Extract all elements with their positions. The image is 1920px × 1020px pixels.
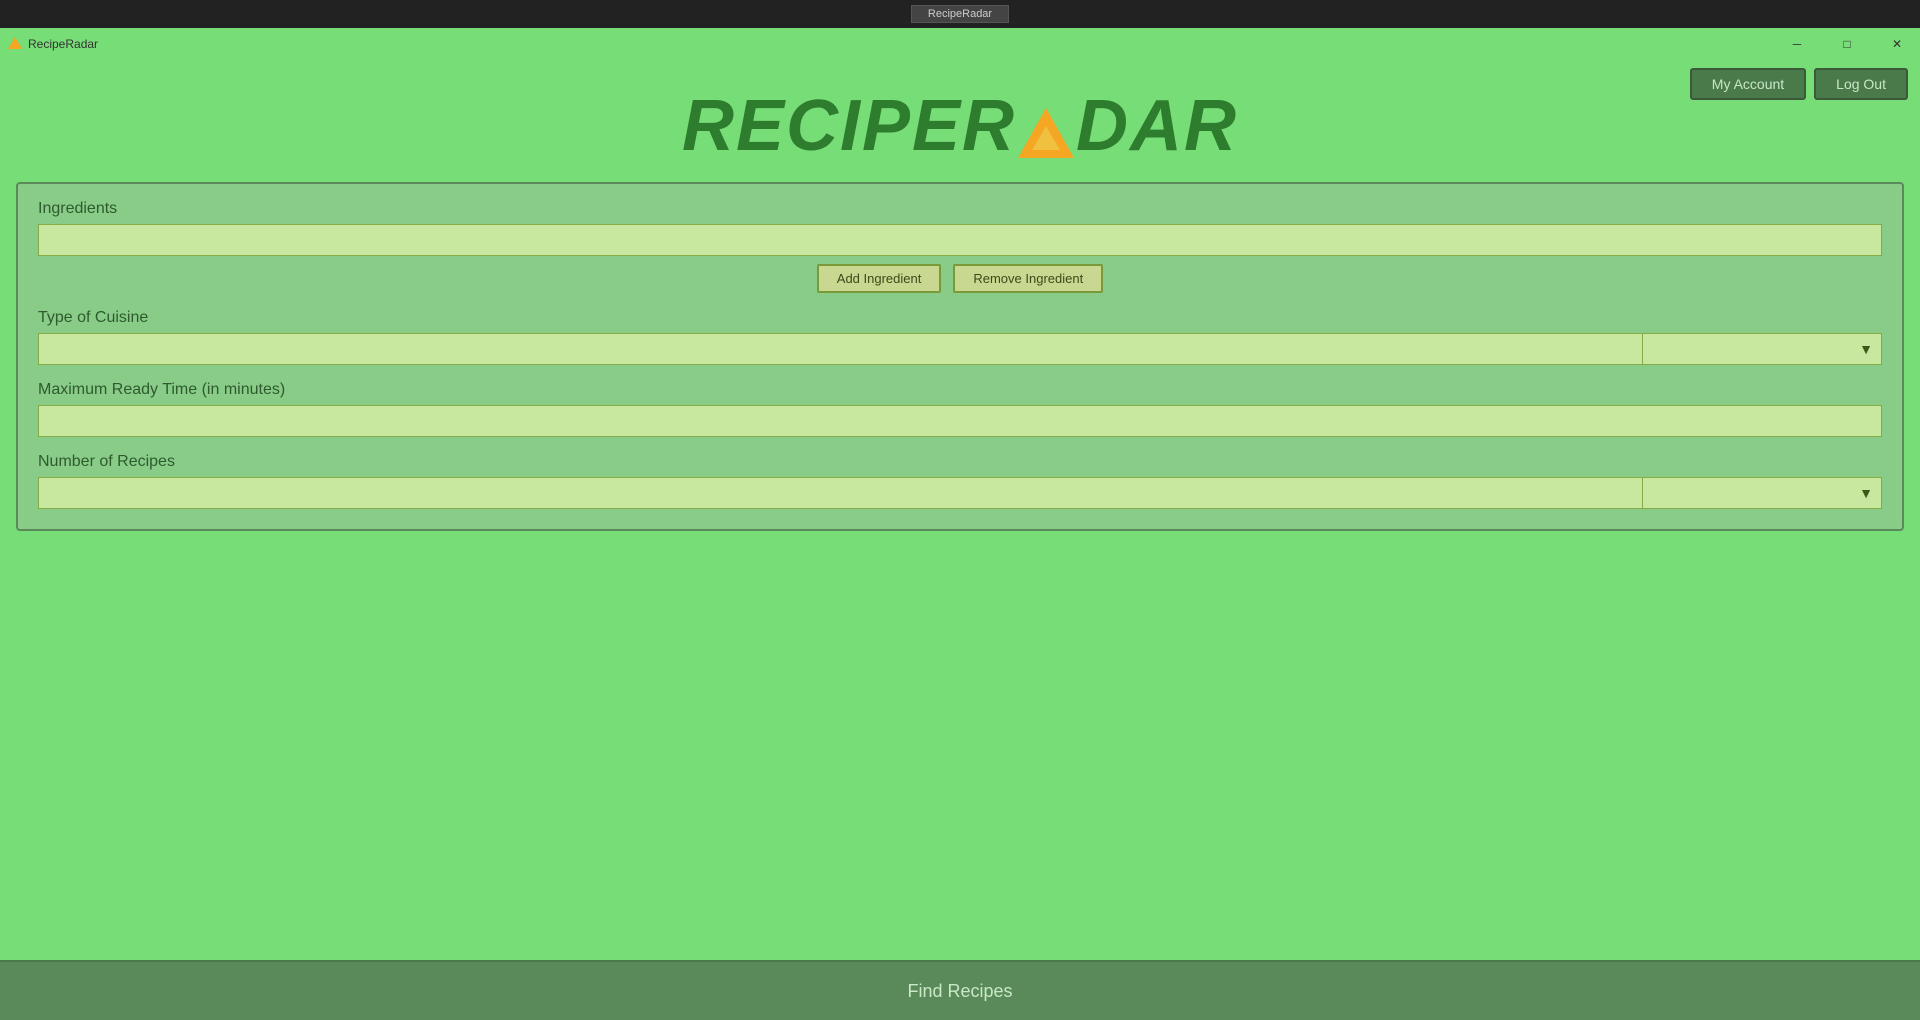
ingredients-section: Ingredients Add Ingredient Remove Ingred…: [38, 200, 1882, 293]
taskbar-app-label: RecipeRadar: [928, 8, 992, 20]
logo-area: RECIPER DAR: [0, 60, 1920, 182]
num-recipes-section: Number of Recipes 1 ▼: [38, 453, 1882, 509]
app-window: RecipeRadar ─ □ ✕ My Account Log Out REC…: [0, 28, 1920, 1020]
logo-part3: DAR: [1076, 86, 1238, 166]
app-icon: [8, 37, 22, 51]
ingredients-label: Ingredients: [38, 200, 1882, 218]
recipes-row: 1 ▼: [38, 477, 1882, 509]
ingredient-buttons: Add Ingredient Remove Ingredient: [38, 264, 1882, 293]
max-time-section: Maximum Ready Time (in minutes): [38, 381, 1882, 453]
title-bar: RecipeRadar ─ □ ✕: [0, 28, 1920, 60]
title-bar-controls: ─ □ ✕: [1774, 28, 1920, 60]
cuisine-input[interactable]: [38, 333, 1642, 365]
cuisine-label: Type of Cuisine: [38, 309, 1882, 327]
logo: RECIPERDAR: [0, 90, 1920, 162]
num-recipes-label: Number of Recipes: [38, 453, 1882, 471]
remove-ingredient-button[interactable]: Remove Ingredient: [953, 264, 1103, 293]
taskbar: RecipeRadar: [0, 0, 1920, 28]
num-recipes-dropdown-button[interactable]: ▼: [1642, 477, 1882, 509]
top-buttons: My Account Log Out: [1690, 60, 1908, 108]
log-out-button[interactable]: Log Out: [1814, 68, 1908, 100]
num-recipes-input[interactable]: 1: [38, 477, 1642, 509]
minimize-button[interactable]: ─: [1774, 28, 1820, 60]
logo-part2: R: [962, 86, 1016, 166]
ingredient-input[interactable]: [38, 224, 1882, 256]
logo-triangle-icon: [1018, 108, 1074, 158]
max-time-input[interactable]: [38, 405, 1882, 437]
close-button[interactable]: ✕: [1874, 28, 1920, 60]
maximize-button[interactable]: □: [1824, 28, 1870, 60]
logo-part1: RECIPE: [682, 86, 962, 166]
max-time-label: Maximum Ready Time (in minutes): [38, 381, 1882, 399]
cuisine-section: Type of Cuisine ▼: [38, 309, 1882, 365]
find-recipes-bar[interactable]: Find Recipes: [0, 960, 1920, 1020]
app-title: RecipeRadar: [28, 37, 98, 51]
add-ingredient-button[interactable]: Add Ingredient: [817, 264, 942, 293]
num-recipes-dropdown-arrow: ▼: [1859, 485, 1873, 501]
cuisine-dropdown-button[interactable]: ▼: [1642, 333, 1882, 365]
find-recipes-label: Find Recipes: [907, 981, 1012, 1002]
title-bar-left: RecipeRadar: [8, 37, 98, 51]
main-panel: Ingredients Add Ingredient Remove Ingred…: [16, 182, 1904, 531]
logo-inner-triangle: [1032, 126, 1060, 150]
taskbar-app-item[interactable]: RecipeRadar: [911, 5, 1009, 23]
my-account-button[interactable]: My Account: [1690, 68, 1806, 100]
cuisine-dropdown-arrow: ▼: [1859, 341, 1873, 357]
cuisine-row: ▼: [38, 333, 1882, 365]
